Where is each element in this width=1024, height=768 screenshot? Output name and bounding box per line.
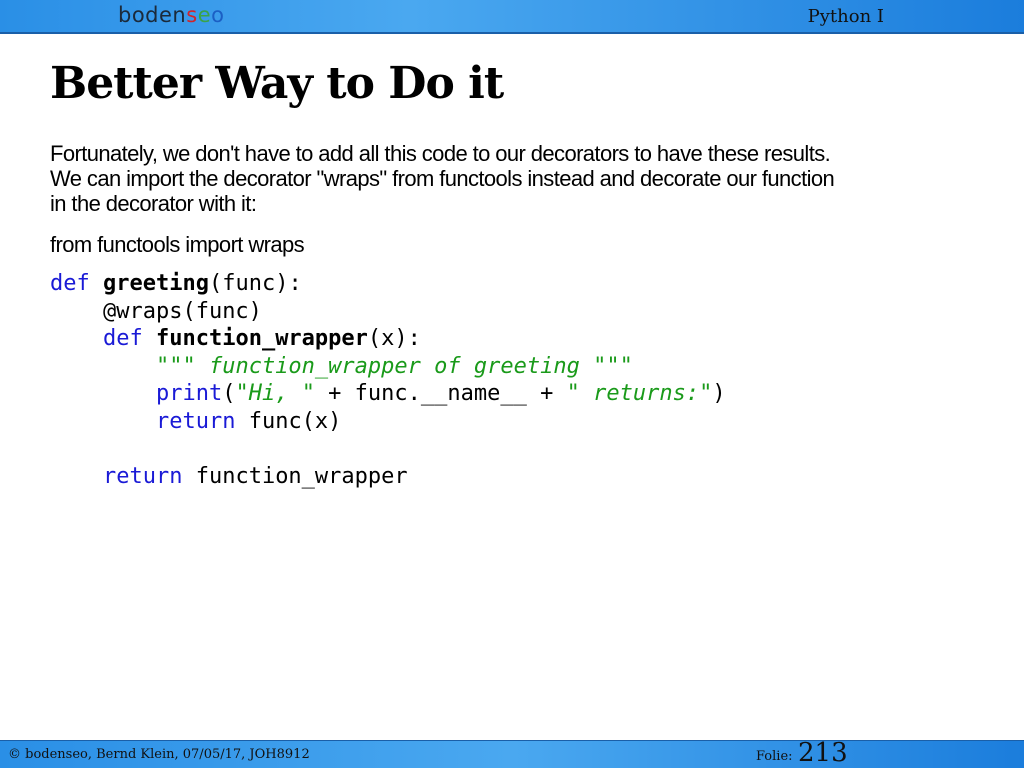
string-quote: " xyxy=(699,381,713,406)
slide-number-label: Folie: xyxy=(756,749,793,764)
code-line: return function_wrapper xyxy=(50,463,726,491)
code-line: def function_wrapper(x): xyxy=(50,325,726,353)
string-quote: " xyxy=(566,381,580,406)
code-keyword: return xyxy=(155,408,236,434)
code-line: print("Hi, " + func.__name__ + " returns… xyxy=(50,380,726,408)
course-title: Python I xyxy=(807,6,884,27)
code-text: (x): xyxy=(367,326,421,351)
slide-title: Better Way to Do it xyxy=(50,58,504,109)
string-quote: " xyxy=(301,381,315,406)
intro-line: Fortunately, we don't have to add all th… xyxy=(50,141,831,166)
code-line: def greeting(func): xyxy=(50,270,726,298)
code-function-name: function_wrapper xyxy=(155,326,368,351)
code-keyword: return xyxy=(102,463,183,489)
footer-copyright: © bodenseo, Bernd Klein, 07/05/17, JOH89… xyxy=(8,747,310,762)
string-quote: " xyxy=(235,381,249,406)
code-block: def greeting(func): @wraps(func) def fun… xyxy=(50,270,726,490)
string-literal: Hi, xyxy=(248,381,302,406)
header-bar: bodenseo Python I xyxy=(0,0,1024,34)
intro-line: in the decorator with it: xyxy=(50,191,257,216)
code-text: ) xyxy=(712,381,726,406)
code-text: func(x) xyxy=(248,408,342,434)
footer-bar: © bodenseo, Bernd Klein, 07/05/17, JOH89… xyxy=(0,738,1024,768)
code-keyword: def xyxy=(50,271,90,296)
slide-number: 213 xyxy=(798,738,848,768)
code-decorator: @wraps(func) xyxy=(102,298,262,324)
code-line: return func(x) xyxy=(50,408,726,436)
code-line: """ function_wrapper of greeting """ xyxy=(50,353,726,381)
code-text: function_wrapper xyxy=(195,463,408,489)
code-text: + func.__name__ + xyxy=(314,381,567,406)
intro-line: We can import the decorator "wraps" from… xyxy=(50,166,835,191)
bodenseo-logo: bodenseo xyxy=(118,3,225,27)
import-statement: from functools import wraps xyxy=(50,232,305,257)
docstring-quote: """ xyxy=(155,353,196,379)
intro-paragraph: Fortunately, we don't have to add all th… xyxy=(50,141,950,216)
code-line: @wraps(func) xyxy=(50,298,726,326)
code-function-name: greeting xyxy=(103,271,209,296)
code-keyword: def xyxy=(102,326,143,351)
code-keyword: print xyxy=(155,381,223,406)
docstring-quote: """ xyxy=(593,353,633,379)
docstring: function_wrapper of greeting xyxy=(195,353,594,379)
code-text: (func): xyxy=(208,271,302,296)
string-literal: returns: xyxy=(579,381,700,406)
code-text: ( xyxy=(222,381,236,406)
